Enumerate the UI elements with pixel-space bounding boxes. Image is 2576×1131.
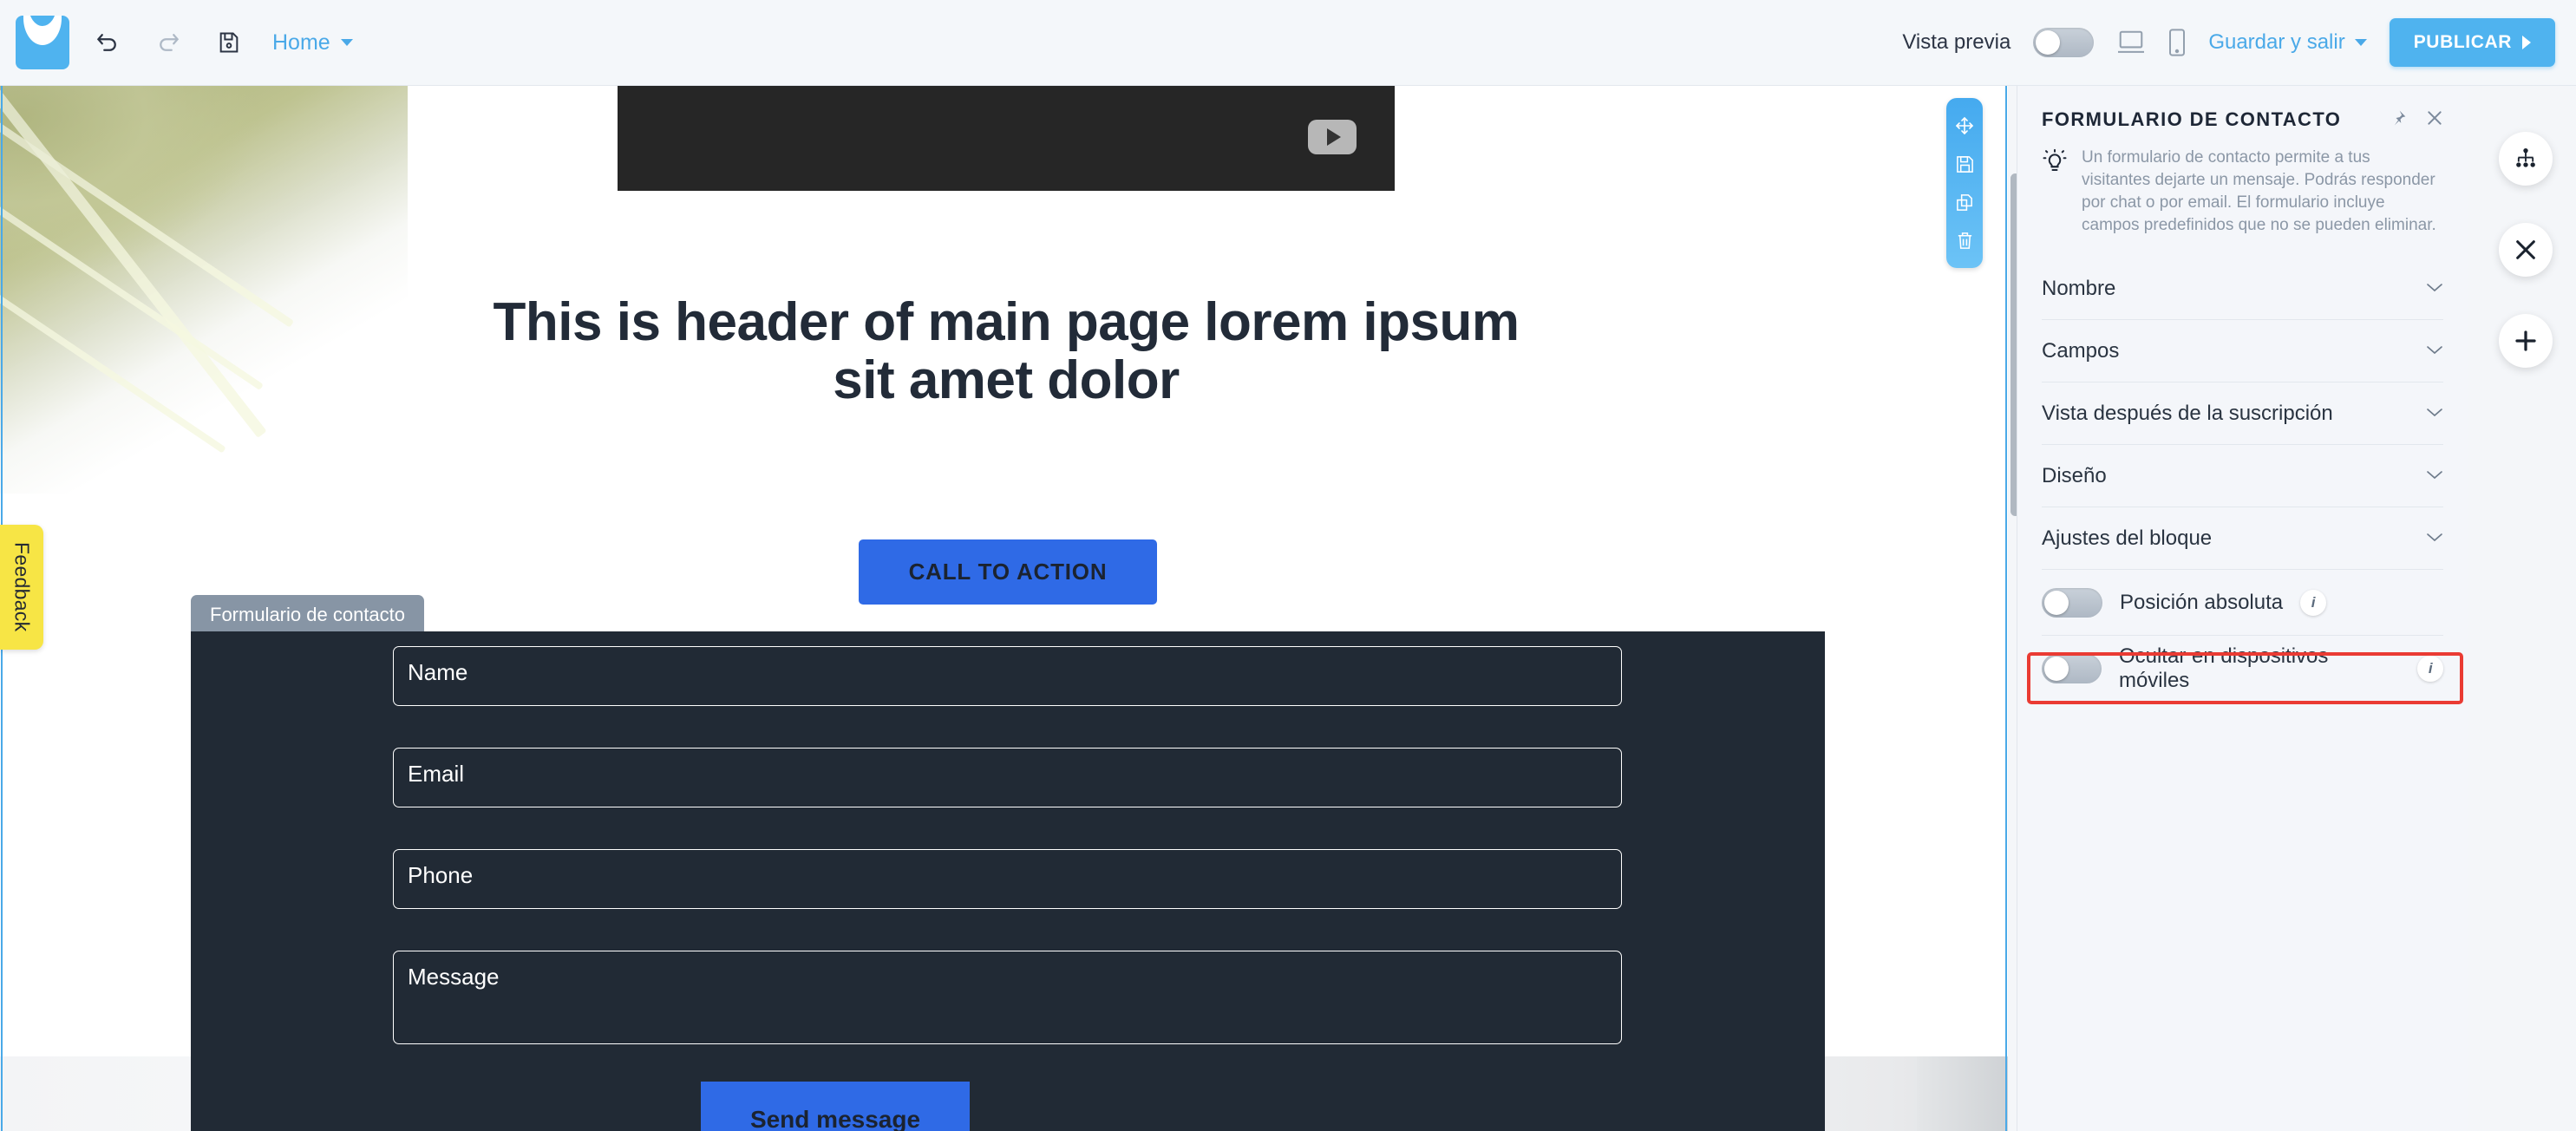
save-and-exit-button[interactable]: Guardar y salir (2208, 30, 2367, 55)
close-icon[interactable] (2499, 223, 2553, 277)
app-root: Home Vista previa Guardar y salir PUBLIC… (0, 0, 2576, 1131)
settings-panel: FORMULARIO DE CONTACTO Un formulario de … (2017, 86, 2468, 1131)
chevron-down-icon (2426, 406, 2443, 422)
save-icon[interactable] (1955, 154, 1975, 174)
section-label: Nombre (2042, 276, 2116, 300)
video-block[interactable] (618, 86, 1395, 191)
play-icon[interactable] (1308, 119, 1357, 154)
message-field[interactable]: Message (393, 951, 1622, 1044)
section-label: Vista después de la suscripción (2042, 401, 2333, 425)
sitemap-icon[interactable] (2499, 132, 2553, 186)
panel-header: FORMULARIO DE CONTACTO (2017, 86, 2468, 131)
section-vista-despues-suscripcion[interactable]: Vista después de la suscripción (2042, 382, 2443, 446)
section-diseno[interactable]: Diseño (2042, 445, 2443, 508)
preview-toggle[interactable] (2033, 28, 2095, 57)
toggle-row-posicion-absoluta: Posición absoluta i (2042, 570, 2443, 637)
section-nombre[interactable]: Nombre (2042, 258, 2443, 321)
delete-icon[interactable] (1955, 231, 1975, 251)
undo-icon[interactable] (85, 20, 130, 65)
add-icon[interactable] (2499, 314, 2553, 368)
feedback-tab[interactable]: Feedback (0, 525, 43, 650)
call-to-action-button[interactable]: CALL TO ACTION (859, 539, 1157, 605)
duplicate-icon[interactable] (1955, 193, 1975, 212)
desktop-icon[interactable] (2116, 29, 2146, 56)
posicion-absoluta-toggle[interactable] (2042, 587, 2102, 618)
editor-canvas[interactable]: This is header of main page lorem ipsum … (0, 86, 2008, 1131)
move-icon[interactable] (1954, 115, 1975, 136)
name-field[interactable]: Name (393, 646, 1622, 706)
save-icon[interactable] (206, 20, 252, 65)
page-selector[interactable]: Home (272, 30, 353, 56)
email-field[interactable]: Email (393, 748, 1622, 807)
phone-field[interactable]: Phone (393, 849, 1622, 909)
publish-label: PUBLICAR (2413, 32, 2512, 52)
ocultar-en-moviles-toggle[interactable] (2042, 653, 2102, 683)
chevron-down-icon (2426, 531, 2443, 546)
section-ajustes-del-bloque[interactable]: Ajustes del bloque (2042, 507, 2443, 571)
canvas-selection-edge-right (2005, 86, 2007, 1131)
toggle-label: Posición absoluta (2120, 590, 2284, 614)
info-icon[interactable]: i (2417, 655, 2443, 682)
info-icon[interactable]: i (2300, 589, 2327, 616)
panel-description: Un formulario de contacto permite a tus … (2017, 131, 2468, 244)
panel-title: FORMULARIO DE CONTACTO (2042, 108, 2342, 130)
chevron-down-icon (340, 39, 353, 46)
panel-description-text: Un formulario de contacto permite a tus … (2082, 148, 2436, 235)
chevron-down-icon (2426, 281, 2443, 297)
section-label: Campos (2042, 338, 2120, 363)
feedback-label: Feedback (10, 542, 34, 632)
top-toolbar: Home Vista previa Guardar y salir PUBLIC… (0, 0, 2576, 86)
leaf-photo (0, 86, 408, 494)
redo-icon[interactable] (146, 20, 191, 65)
pin-icon[interactable] (2390, 109, 2407, 131)
chevron-down-icon (2354, 39, 2367, 46)
page-headline[interactable]: This is header of main page lorem ipsum … (486, 293, 1527, 410)
section-campos[interactable]: Campos (2042, 320, 2443, 383)
publish-button[interactable]: PUBLICAR (2389, 18, 2555, 67)
topbar-right-group: Vista previa Guardar y salir PUBLICAR (1902, 18, 2576, 67)
chevron-right-icon (2522, 36, 2531, 49)
section-label: Ajustes del bloque (2042, 526, 2213, 550)
send-message-button[interactable]: Send message (701, 1082, 970, 1131)
page-name: Home (272, 29, 330, 55)
logo-mark[interactable] (16, 16, 69, 69)
chevron-down-icon (2426, 468, 2443, 484)
preview-label: Vista previa (1902, 30, 2011, 54)
mobile-icon[interactable] (2168, 29, 2186, 56)
save-and-exit-label: Guardar y salir (2208, 30, 2345, 54)
lightbulb-icon (2042, 148, 2068, 237)
panel-sections: Nombre Campos Vista después de la suscri… (2017, 258, 2468, 703)
block-toolbar (1946, 98, 1983, 268)
section-label: Diseño (2042, 463, 2107, 487)
contact-form-block[interactable]: Name Email Phone Message Send message (191, 631, 1825, 1131)
toggle-label: Ocultar en dispositivos móviles (2118, 644, 2329, 692)
chevron-down-icon (2426, 343, 2443, 359)
close-icon[interactable] (2426, 109, 2443, 131)
toggle-row-ocultar-en-dispositivos-moviles: Ocultar en dispositivos móviles i (2042, 636, 2443, 703)
block-label-badge: Formulario de contacto (191, 595, 424, 635)
